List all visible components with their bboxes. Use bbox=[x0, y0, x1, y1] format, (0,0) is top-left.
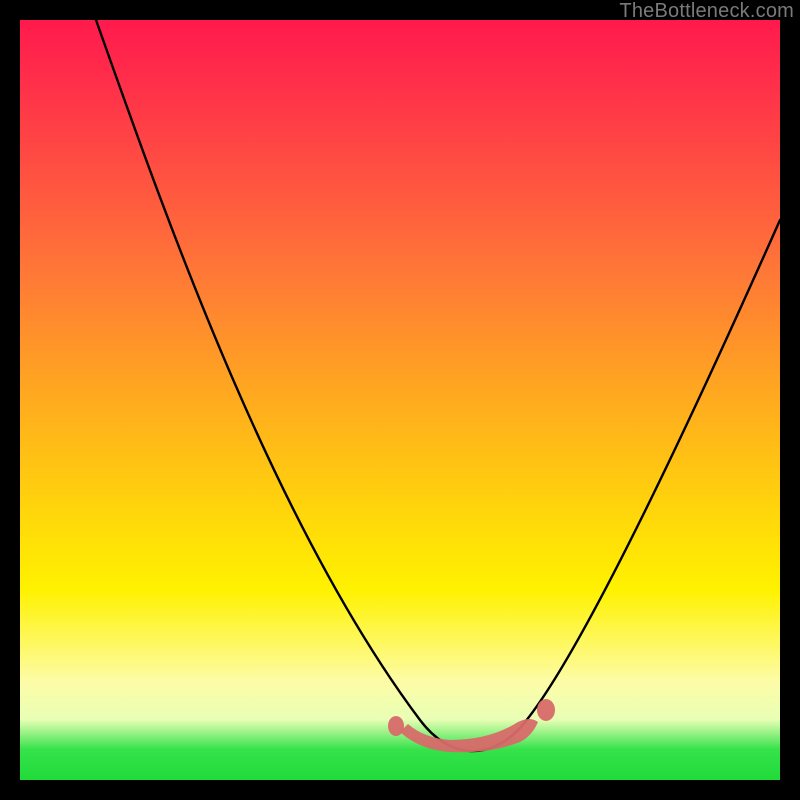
bottleneck-curve bbox=[96, 20, 780, 751]
highlight-dot bbox=[537, 699, 555, 721]
highlight-left-nub bbox=[388, 716, 404, 736]
bottom-highlight bbox=[400, 719, 538, 752]
plot-area bbox=[20, 20, 780, 780]
curve-layer bbox=[20, 20, 780, 780]
chart-stage: TheBottleneck.com bbox=[0, 0, 800, 800]
